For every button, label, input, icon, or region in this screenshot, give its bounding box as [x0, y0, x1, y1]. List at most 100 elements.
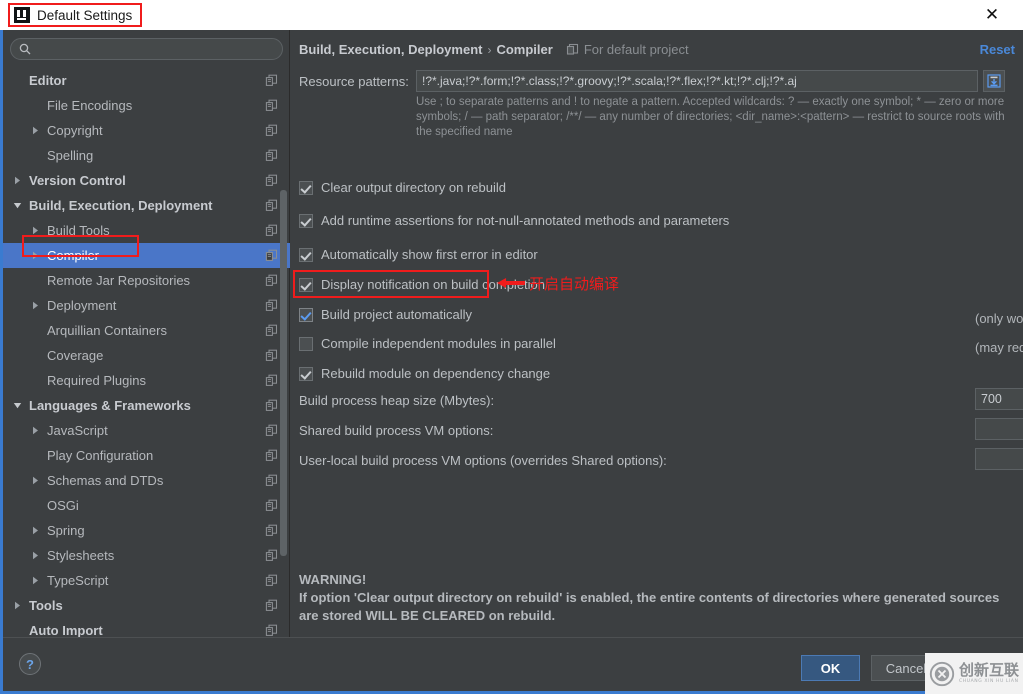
copy-settings-icon[interactable] [265, 499, 278, 512]
sidebar-item-spelling[interactable]: Spelling [3, 143, 290, 168]
sidebar-item-label: Play Configuration [47, 448, 154, 463]
copy-settings-icon[interactable] [265, 199, 278, 212]
copy-settings-icon[interactable] [265, 124, 278, 137]
copy-settings-icon[interactable] [265, 149, 278, 162]
chevron-right-icon[interactable] [11, 168, 24, 193]
chevron-right-icon[interactable] [29, 468, 42, 493]
chevron-right-icon[interactable] [29, 543, 42, 568]
chevron-right-icon[interactable] [29, 418, 42, 443]
copy-settings-icon[interactable] [265, 424, 278, 437]
checkbox-add-runtime-assertions-for-not-null-annotated-methods-and-parameters[interactable]: Add runtime assertions for not-null-anno… [299, 213, 729, 228]
close-icon[interactable]: ✕ [969, 0, 1015, 30]
checkbox-box[interactable] [299, 277, 313, 292]
chevron-right-icon[interactable] [29, 243, 42, 268]
copy-settings-icon[interactable] [265, 224, 278, 237]
field-input-2[interactable] [975, 448, 1023, 470]
search-input[interactable] [10, 38, 283, 60]
checkbox-box[interactable] [299, 213, 313, 228]
checkbox-box[interactable] [299, 336, 313, 351]
checkbox-box[interactable] [299, 180, 313, 195]
checkbox-clear-output-directory-on-rebuild[interactable]: Clear output directory on rebuild [299, 180, 506, 195]
sidebar-item-schemas-and-dtds[interactable]: Schemas and DTDs [3, 468, 290, 493]
sidebar-item-javascript[interactable]: JavaScript [3, 418, 290, 443]
chevron-right-icon[interactable] [29, 518, 42, 543]
sidebar-item-languages-frameworks[interactable]: Languages & Frameworks [3, 393, 290, 418]
copy-settings-icon[interactable] [265, 524, 278, 537]
sidebar-item-auto-import[interactable]: Auto Import [3, 618, 290, 637]
sidebar-item-label: Deployment [47, 298, 117, 313]
copy-settings-icon[interactable] [265, 74, 278, 87]
copy-settings-icon[interactable] [265, 474, 278, 487]
settings-dialog: Default Settings ✕ Editor File Encodings C… [0, 0, 1023, 694]
checkbox-box[interactable] [299, 307, 313, 322]
sidebar-item-tools[interactable]: Tools [3, 593, 290, 618]
checkbox-display-notification-on-build-completion[interactable]: Display notification on build completion [299, 277, 545, 292]
reset-link[interactable]: Reset [980, 42, 1015, 57]
chevron-right-icon[interactable] [29, 218, 42, 243]
copy-settings-icon[interactable] [265, 299, 278, 312]
chevron-down-icon[interactable] [11, 393, 24, 418]
sidebar-item-copyright[interactable]: Copyright [3, 118, 290, 143]
field-input-0[interactable] [975, 388, 1023, 410]
sidebar-item-required-plugins[interactable]: Required Plugins [3, 368, 290, 393]
sidebar-item-arquillian-containers[interactable]: Arquillian Containers [3, 318, 290, 343]
copy-settings-icon[interactable] [265, 574, 278, 587]
copy-settings-icon[interactable] [265, 249, 278, 262]
sidebar-item-remote-jar-repositories[interactable]: Remote Jar Repositories [3, 268, 290, 293]
copy-settings-icon[interactable] [265, 449, 278, 462]
copy-settings-icon[interactable] [265, 374, 278, 387]
copy-settings-icon[interactable] [265, 99, 278, 112]
sidebar-item-file-encodings[interactable]: File Encodings [3, 93, 290, 118]
checkbox-label: Compile independent modules in parallel [321, 336, 556, 351]
copy-settings-icon[interactable] [265, 324, 278, 337]
chevron-right-icon[interactable] [11, 593, 24, 618]
chevron-right-icon[interactable] [29, 118, 42, 143]
checkbox-automatically-show-first-error-in-editor[interactable]: Automatically show first error in editor [299, 247, 538, 262]
sidebar-item-build-tools[interactable]: Build Tools [3, 218, 290, 243]
sidebar-item-deployment[interactable]: Deployment [3, 293, 290, 318]
copy-settings-icon[interactable] [265, 549, 278, 562]
checkbox-compile-independent-modules-in-parallel[interactable]: Compile independent modules in parallel [299, 336, 556, 351]
field-input-1[interactable] [975, 418, 1023, 440]
copy-settings-icon[interactable] [265, 174, 278, 187]
resource-patterns-label: Resource patterns: [299, 74, 409, 89]
copy-settings-icon[interactable] [265, 349, 278, 362]
sidebar-item-typescript[interactable]: TypeScript [3, 568, 290, 593]
sidebar-item-coverage[interactable]: Coverage [3, 343, 290, 368]
help-button[interactable]: ? [19, 653, 41, 675]
ok-button[interactable]: OK [801, 655, 860, 681]
sidebar-item-compiler[interactable]: Compiler [3, 243, 290, 268]
checkbox-build-project-automatically[interactable]: Build project automatically [299, 307, 472, 322]
sidebar-item-stylesheets[interactable]: Stylesheets [3, 543, 290, 568]
resource-patterns-input[interactable] [416, 70, 978, 92]
sidebar-item-osgi[interactable]: OSGi [3, 493, 290, 518]
breadcrumb-separator: › [487, 42, 492, 57]
sidebar-item-label: Coverage [47, 348, 104, 363]
sidebar-item-label: Editor [29, 73, 67, 88]
sidebar-item-label: Arquillian Containers [47, 323, 167, 338]
sidebar-item-build-execution-deployment[interactable]: Build, Execution, Deployment [3, 193, 290, 218]
sidebar-item-play-configuration[interactable]: Play Configuration [3, 443, 290, 468]
field-label-1: Shared build process VM options: [299, 423, 494, 438]
sidebar-item-version-control[interactable]: Version Control [3, 168, 290, 193]
copy-settings-icon[interactable] [265, 624, 278, 637]
chevron-right-icon[interactable] [29, 293, 42, 318]
checkbox-rebuild-module-on-dependency-change[interactable]: Rebuild module on dependency change [299, 366, 550, 381]
copy-settings-icon[interactable] [265, 599, 278, 612]
breadcrumb-root[interactable]: Build, Execution, Deployment [299, 42, 482, 57]
copy-settings-icon[interactable] [265, 274, 278, 287]
settings-sidebar: Editor File Encodings Copyright Spelling Ver… [3, 30, 290, 637]
chevron-right-icon[interactable] [29, 568, 42, 593]
sidebar-scrollbar-thumb[interactable] [280, 190, 287, 556]
checkbox-box[interactable] [299, 366, 313, 381]
sidebar-item-label: Build Tools [47, 223, 110, 238]
checkbox-box[interactable] [299, 247, 313, 262]
copy-settings-icon[interactable] [265, 399, 278, 412]
sidebar-item-editor[interactable]: Editor [3, 68, 290, 93]
checkbox-label: Add runtime assertions for not-null-anno… [321, 213, 730, 228]
chevron-down-icon[interactable] [11, 193, 24, 218]
sidebar-item-label: Required Plugins [47, 373, 147, 388]
sidebar-item-spring[interactable]: Spring [3, 518, 290, 543]
expand-patterns-button[interactable] [983, 70, 1005, 92]
